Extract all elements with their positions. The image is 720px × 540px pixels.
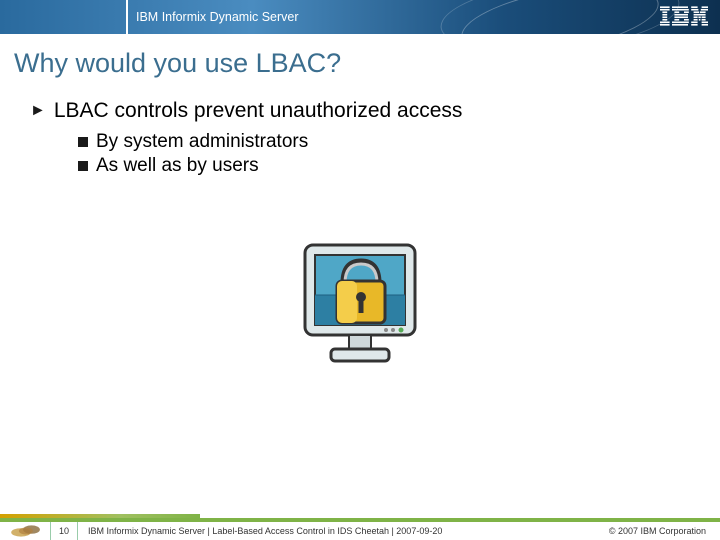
footer-logo-icon bbox=[0, 522, 50, 540]
footer-copyright: © 2007 IBM Corporation bbox=[609, 526, 706, 536]
bullet-sub: By system administrators bbox=[78, 131, 720, 153]
square-bullet-icon bbox=[78, 161, 88, 171]
slide-content: ► LBAC controls prevent unauthorized acc… bbox=[30, 99, 720, 177]
image-area bbox=[0, 227, 720, 377]
slide-header: IBM Informix Dynamic Server bbox=[0, 0, 720, 34]
footer-gradient-accent bbox=[0, 514, 200, 518]
bullet-sub-text: By system administrators bbox=[96, 131, 308, 153]
bullet-main-text: LBAC controls prevent unauthorized acces… bbox=[54, 99, 463, 123]
page-number: 10 bbox=[50, 522, 78, 540]
square-bullet-icon bbox=[78, 137, 88, 147]
bullet-main: ► LBAC controls prevent unauthorized acc… bbox=[30, 99, 720, 123]
sub-bullet-list: By system administrators As well as by u… bbox=[78, 131, 720, 177]
footer-text: IBM Informix Dynamic Server | Label-Base… bbox=[88, 526, 609, 536]
bullet-sub: As well as by users bbox=[78, 155, 720, 177]
header-divider bbox=[126, 0, 128, 34]
monitor-lock-icon bbox=[285, 227, 435, 377]
bullet-sub-text: As well as by users bbox=[96, 155, 259, 177]
slide-footer: 10 IBM Informix Dynamic Server | Label-B… bbox=[0, 518, 720, 540]
slide-title: Why would you use LBAC? bbox=[14, 48, 720, 79]
ibm-logo-icon bbox=[660, 6, 708, 26]
arrow-bullet-icon: ► bbox=[30, 103, 46, 119]
header-title: IBM Informix Dynamic Server bbox=[136, 10, 299, 24]
